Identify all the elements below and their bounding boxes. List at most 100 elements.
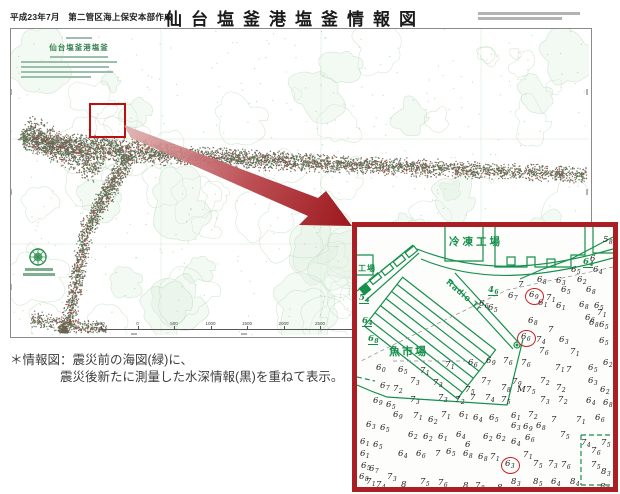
- sounding: 61: [360, 449, 369, 459]
- inset-label-kojo: 工場: [358, 263, 376, 274]
- sounding: 85: [533, 477, 542, 487]
- scale-tick: [284, 326, 285, 330]
- sounding: 83: [511, 477, 520, 487]
- sounding: 67: [380, 381, 389, 391]
- sounding: 63: [559, 335, 568, 345]
- sounding: 60: [376, 363, 385, 373]
- sounding: 64: [398, 449, 407, 459]
- sounding: 58: [603, 235, 612, 245]
- red-circle-annotation: [501, 457, 520, 474]
- sounding: 71: [445, 360, 454, 370]
- sounding: 7: [551, 415, 556, 425]
- sounding: 68: [589, 318, 598, 328]
- sounding: 7: [470, 393, 475, 403]
- sounding: 71: [490, 452, 499, 462]
- sounding: 78: [501, 383, 510, 393]
- sounding: 64: [551, 477, 560, 487]
- sounding: 71: [570, 347, 579, 357]
- sounding: 68: [528, 316, 537, 326]
- sounding: 71: [420, 366, 429, 376]
- sounding: 71: [555, 363, 564, 373]
- sounding: 72: [558, 395, 567, 405]
- sounding: 69: [393, 410, 402, 420]
- sounding: 75: [533, 459, 542, 469]
- sounding: 74: [536, 335, 545, 345]
- sounding: 76: [561, 460, 570, 470]
- sounding: 74: [376, 480, 385, 490]
- sounding: 66: [595, 413, 604, 423]
- green-sounding: 64: [362, 316, 372, 327]
- sounding: 65: [446, 447, 455, 457]
- sounding: 85: [497, 483, 506, 492]
- sounding: 64: [593, 265, 602, 275]
- sounding: 66: [479, 299, 488, 309]
- sounding: 73: [410, 376, 419, 386]
- sounding: 69: [373, 396, 382, 406]
- inset-label-uoichiba: 魚市場: [389, 343, 428, 359]
- sounding: 72: [556, 383, 565, 393]
- sounding: 75: [501, 395, 510, 405]
- scale-tick: [320, 326, 321, 330]
- green-sounding: 54: [359, 293, 369, 304]
- sounding: 7: [566, 365, 571, 375]
- fine-print-line: [478, 17, 562, 20]
- chart-title-block: 仙台塩釜港塩釜: [19, 34, 139, 81]
- sounding: 75: [526, 385, 535, 395]
- sounding: 65: [561, 285, 570, 295]
- scale-tick: [247, 326, 248, 330]
- sounding: 69: [486, 356, 495, 366]
- red-circle-annotation: [517, 330, 536, 347]
- sounding: 75: [601, 438, 610, 448]
- border-tick: [131, 333, 137, 335]
- sounding: 66: [416, 449, 425, 459]
- caption-line-2: 震災後新たに測量した水深情報(黒)を重ねて表示。: [10, 369, 343, 386]
- sounding: 62: [496, 432, 505, 442]
- soundings-layer: 冷凍工場工場魚市場Radio Tr58665646263687656869716…: [357, 227, 613, 487]
- sounding: 61: [360, 437, 369, 447]
- sounding: 84: [570, 477, 579, 487]
- sounding: 63: [511, 421, 520, 431]
- page: { "header": { "left_note": "平成23年7月 第二管区…: [0, 0, 620, 494]
- sounding: 62: [423, 432, 432, 442]
- border-tick: [586, 189, 588, 195]
- sounding: 61: [438, 432, 447, 442]
- sounding: 65: [599, 320, 608, 330]
- sounding: 73: [540, 395, 549, 405]
- sounding: 73: [387, 472, 396, 482]
- sounding: 76: [591, 446, 600, 456]
- sounding: 74: [485, 393, 494, 403]
- emblem-caption-line: [23, 273, 55, 276]
- scale-tick: [211, 326, 212, 330]
- sounding: 71: [576, 415, 585, 425]
- sounding: 71: [366, 477, 375, 487]
- sounding: 65: [599, 336, 608, 346]
- sounding: 73: [433, 378, 442, 388]
- sounding: 65: [380, 423, 389, 433]
- scale-tick: [101, 326, 102, 330]
- sounding: 8: [463, 481, 468, 491]
- sounding: 83: [600, 482, 609, 492]
- sounding: 68: [463, 449, 472, 459]
- sounding: 65: [488, 303, 497, 313]
- sounding: 71: [523, 450, 532, 460]
- border-tick: [10, 189, 12, 195]
- sounding: 68: [478, 452, 487, 462]
- green-sounding: 68: [368, 334, 378, 345]
- emblem-caption-line: [25, 268, 53, 271]
- scale-tick: [174, 326, 175, 330]
- sounding: 72: [393, 384, 402, 394]
- sounding: 7: [435, 449, 440, 459]
- sounding: 8: [401, 480, 406, 490]
- sounding: 62: [408, 430, 417, 440]
- sounding: 76: [503, 356, 512, 366]
- sounding: 73: [438, 393, 447, 403]
- sounding: 61: [511, 411, 520, 421]
- sounding: 76: [521, 358, 530, 368]
- sounding: 63: [588, 376, 597, 386]
- sounding: 65: [588, 363, 597, 373]
- sounding: 71: [597, 308, 606, 318]
- sounding: 83: [601, 467, 610, 477]
- border-tick: [10, 89, 12, 95]
- sounding: 64: [511, 437, 520, 447]
- sounding: 65: [571, 265, 580, 275]
